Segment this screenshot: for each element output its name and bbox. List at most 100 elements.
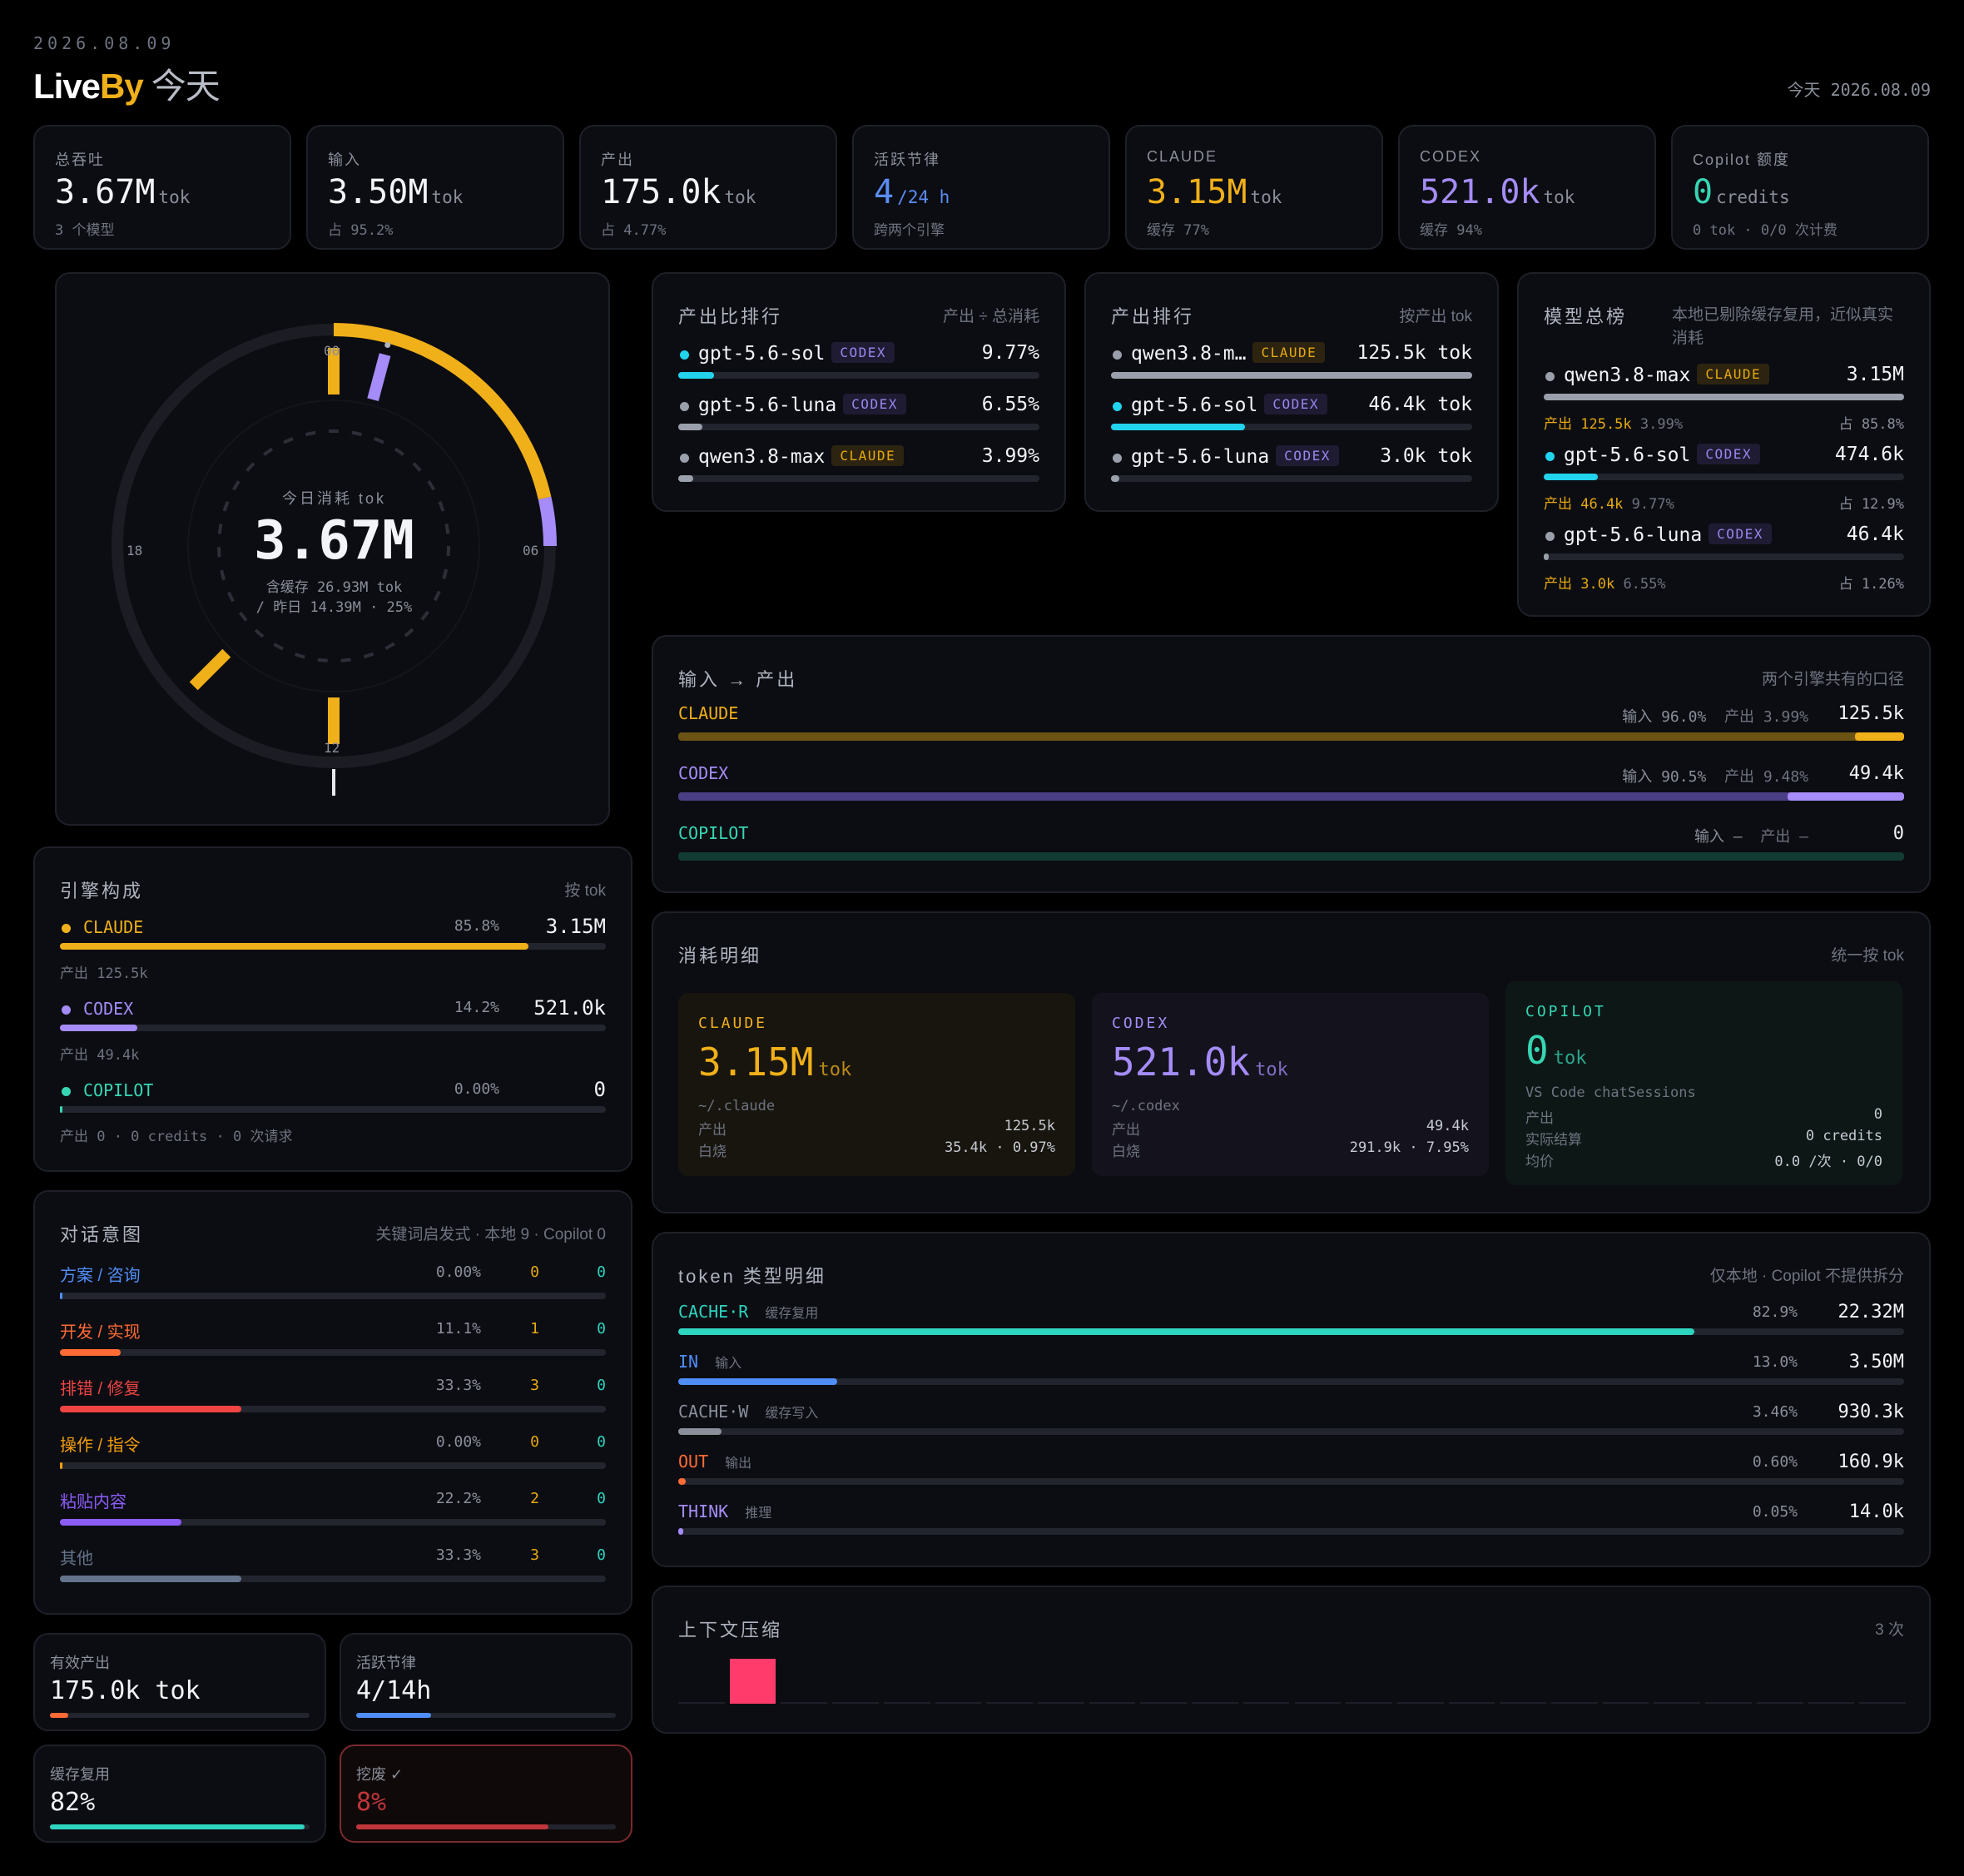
token-type-name: IN — [678, 1352, 699, 1372]
rank-bar-fill — [1111, 372, 1472, 379]
kpi-label: 总吞吐 — [55, 151, 105, 168]
io-bar-track — [678, 852, 1904, 861]
rank-bar-fill — [1111, 424, 1245, 430]
detail-row1-val: 0 — [1873, 1106, 1882, 1123]
intent-row: 操作 / 指令 0.00% 0 0 — [60, 1432, 606, 1481]
detail-row1-val: 125.5k — [1004, 1118, 1055, 1134]
intent-count-b: 0 — [597, 1320, 606, 1338]
mini-card: 挖废 ✓ 8% — [340, 1744, 632, 1843]
model-board-panel: 模型总榜 本地已剔除缓存复用，近似真实消耗 qwen3.8-max CLAUDE … — [1517, 272, 1931, 617]
token-type-bar-fill — [678, 1428, 722, 1435]
header-right-date: 今天 2026.08.09 — [1787, 80, 1931, 100]
kpi-sub: 占 4.77% — [601, 222, 667, 239]
intent-bar-track — [60, 1576, 606, 1582]
mini-label: 活跃节律 — [356, 1655, 416, 1671]
io-in-label: 输入 — [1694, 828, 1724, 846]
detail-value: 3.15M — [698, 1040, 814, 1084]
intent-count-a: 3 — [530, 1546, 539, 1564]
rank-tag: CODEX — [831, 342, 895, 363]
detail-panel: 消耗明细 统一按 tok CLAUDE 3.15M tok ~/.claude 产… — [652, 911, 1931, 1213]
intent-bar-fill — [60, 1349, 121, 1356]
intent-bar-fill — [60, 1462, 62, 1469]
detail-row2-val: 291.9k · 7.95% — [1349, 1139, 1469, 1156]
board-model-name: gpt-5.6-luna — [1564, 524, 1703, 546]
board-out-line: 产出 46.4k 9.77% — [1544, 492, 1674, 513]
engine-name: CLAUDE — [83, 917, 144, 937]
engine-mix-title: 引擎构成 — [60, 881, 144, 901]
board-model: gpt-5.6-sol CODEX — [1564, 444, 1760, 466]
kpi-card: CLAUDE 3.15M tok 缓存 77% — [1125, 125, 1383, 250]
board-ratio: 9.77% — [1631, 496, 1674, 513]
board-dot — [1545, 532, 1555, 541]
intent-pct: 0.00% — [435, 1263, 481, 1281]
intent-bar-track — [60, 1462, 606, 1469]
detail-value: 0 — [1525, 1028, 1549, 1073]
kpi-sub: 缓存 77% — [1147, 222, 1209, 239]
kpi-sub: 缓存 94% — [1420, 222, 1482, 239]
board-bar-fill — [1544, 474, 1599, 480]
rank-model-name: qwen3.8-max — [698, 446, 826, 468]
detail-engine: COPILOT — [1525, 1003, 1606, 1020]
header-date: 2026.08.09 — [33, 33, 176, 53]
mini-card: 活跃节律 4/14h — [340, 1633, 632, 1731]
engine-pct: 14.2% — [454, 999, 499, 1016]
token-types-panel: token 类型明细 仅本地 · Copilot 不提供拆分 CACHE·R 缓… — [652, 1232, 1931, 1567]
token-type-bar-track — [678, 1328, 1904, 1335]
compress-hour-bar — [781, 1702, 828, 1704]
intent-bar-fill — [60, 1519, 181, 1526]
engine-dot — [62, 1005, 71, 1015]
compress-hour-bar — [935, 1702, 982, 1704]
board-tag: CLAUDE — [1697, 364, 1770, 385]
kpi-value: 521.0k — [1420, 173, 1540, 211]
engine-name: COPILOT — [83, 1080, 154, 1100]
detail-path: ~/.claude — [698, 1098, 776, 1114]
token-type-pct: 0.05% — [1752, 1503, 1798, 1521]
detail-row1-key: 产出 — [698, 1122, 727, 1139]
compress-hour-bar — [1192, 1702, 1238, 1704]
rank-bar-track — [1111, 475, 1472, 482]
rank-model: qwen3.8-m… CLAUDE — [1131, 342, 1326, 365]
io-row: CODEX 输入 90.5% 产出 9.48% 49.4k — [678, 763, 1904, 815]
io-engine: CLAUDE — [678, 703, 739, 723]
rank-bar-fill — [1111, 475, 1120, 482]
token-type-value: 14.0k — [1848, 1501, 1904, 1522]
engine-bar-fill — [60, 1106, 62, 1113]
token-type-name: THINK — [678, 1501, 729, 1521]
token-type-value: 3.50M — [1848, 1352, 1904, 1372]
engine-sub: 产出 49.4k — [60, 1047, 140, 1064]
token-type-row: CACHE·R 缓存复用 82.9% 22.32M — [678, 1302, 1904, 1347]
board-bar-fill — [1544, 553, 1550, 560]
intent-row: 开发 / 实现 11.1% 1 0 — [60, 1318, 606, 1368]
kpi-label: 产出 — [601, 151, 634, 168]
rank-dot — [1113, 350, 1122, 360]
compress-hour-bar — [1756, 1702, 1803, 1704]
board-value: 3.15M — [1846, 364, 1904, 385]
mini-value: 82% — [50, 1788, 96, 1817]
compress-hour-bar — [1500, 1702, 1547, 1704]
clock-cache: 含缓存 26.93M tok — [265, 579, 403, 596]
intent-count-a: 0 — [530, 1433, 539, 1451]
kpi-unit: /24 h — [897, 187, 950, 207]
kpi-card: 输入 3.50M tok 占 95.2% — [306, 125, 564, 250]
token-type-pct: 0.60% — [1752, 1453, 1798, 1471]
compress-hour-bar — [1037, 1702, 1084, 1704]
board-row: gpt-5.6-luna CODEX 46.4k 产出 3.0k 6.55% 占 … — [1544, 524, 1904, 598]
token-type-bar-track — [678, 1428, 1904, 1435]
clock-h18: 18 — [126, 543, 143, 558]
output-rank-note: 按产出 tok — [1399, 308, 1472, 325]
token-type-row: OUT 输出 0.60% 160.9k — [678, 1452, 1904, 1496]
kpi-value: 175.0k — [601, 173, 722, 211]
brand-by: By — [100, 67, 144, 106]
mini-card: 缓存复用 82% — [33, 1744, 326, 1843]
clock-h06: 06 — [523, 543, 539, 558]
board-out: 产出 3.0k — [1544, 576, 1615, 593]
rank-row: qwen3.8-max CLAUDE 3.99% — [678, 445, 1039, 492]
io-stats: 输入 — 产出 — — [1694, 825, 1808, 846]
kpi-value-wrap: 3.50M tok — [328, 173, 463, 211]
rank-bar-track — [678, 424, 1039, 430]
engine-sub: 产出 0 · 0 credits · 0 次请求 — [60, 1129, 293, 1145]
kpi-sub: 占 95.2% — [328, 222, 394, 239]
board-value: 46.4k — [1846, 524, 1904, 545]
intent-row: 方案 / 咨询 0.00% 0 0 — [60, 1262, 606, 1312]
intent-title: 对话意图 — [60, 1224, 144, 1245]
